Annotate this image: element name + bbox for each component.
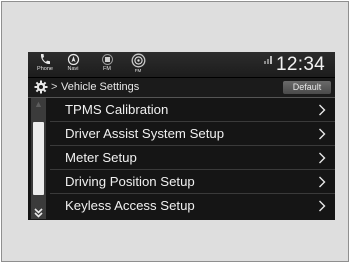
audio-source-label: FM bbox=[134, 68, 142, 73]
phone-label: Phone bbox=[37, 66, 53, 72]
scroll-down-icon[interactable] bbox=[31, 207, 46, 219]
list-item-label: Driver Assist System Setup bbox=[65, 126, 225, 141]
figure-frame: Phone Navi FM FM 12:34 > Vehicle Setting… bbox=[1, 1, 349, 262]
fm-button[interactable]: FM bbox=[94, 53, 120, 76]
list-item-driving-position-setup[interactable]: Driving Position Setup bbox=[50, 170, 335, 194]
chevron-right-icon bbox=[319, 176, 326, 188]
chevron-right-icon bbox=[319, 152, 326, 164]
breadcrumb-separator: > bbox=[51, 81, 58, 93]
infotainment-screen: Phone Navi FM FM 12:34 > Vehicle Setting… bbox=[28, 52, 335, 220]
radio-icon bbox=[101, 54, 113, 65]
audio-source-button[interactable]: FM bbox=[125, 53, 151, 76]
title-bar: > Vehicle Settings Default bbox=[28, 78, 335, 98]
list-item-keyless-access-setup[interactable]: Keyless Access Setup bbox=[50, 194, 335, 218]
phone-button[interactable]: Phone bbox=[32, 53, 58, 76]
list-item-tpms-calibration[interactable]: TPMS Calibration bbox=[50, 98, 335, 122]
default-button[interactable]: Default bbox=[283, 81, 331, 94]
page-title: Vehicle Settings bbox=[61, 81, 140, 93]
list-item-label: Keyless Access Setup bbox=[65, 198, 195, 213]
list-item-label: Driving Position Setup bbox=[65, 174, 195, 189]
audio-source-icon bbox=[131, 53, 145, 68]
scroll-up-icon[interactable]: ▲ bbox=[31, 98, 46, 110]
chevron-right-icon bbox=[319, 104, 326, 116]
navi-button[interactable]: Navi bbox=[60, 53, 86, 76]
list-item-driver-assist-system-setup[interactable]: Driver Assist System Setup bbox=[50, 122, 335, 146]
navi-label: Navi bbox=[67, 66, 79, 72]
chevron-right-icon bbox=[319, 200, 326, 212]
clock: 12:34 bbox=[276, 54, 326, 75]
phone-icon bbox=[40, 54, 50, 65]
scrollbar-thumb[interactable] bbox=[33, 122, 44, 195]
list-item-label: Meter Setup bbox=[65, 150, 137, 165]
fm-label: FM bbox=[103, 66, 111, 72]
navi-icon bbox=[67, 53, 79, 66]
list-item-label: TPMS Calibration bbox=[65, 102, 169, 117]
signal-icon bbox=[264, 56, 272, 64]
list-item-meter-setup[interactable]: Meter Setup bbox=[50, 146, 335, 170]
gear-icon bbox=[34, 80, 48, 94]
chevron-right-icon bbox=[319, 128, 326, 140]
status-bar: Phone Navi FM FM 12:34 bbox=[28, 52, 335, 78]
